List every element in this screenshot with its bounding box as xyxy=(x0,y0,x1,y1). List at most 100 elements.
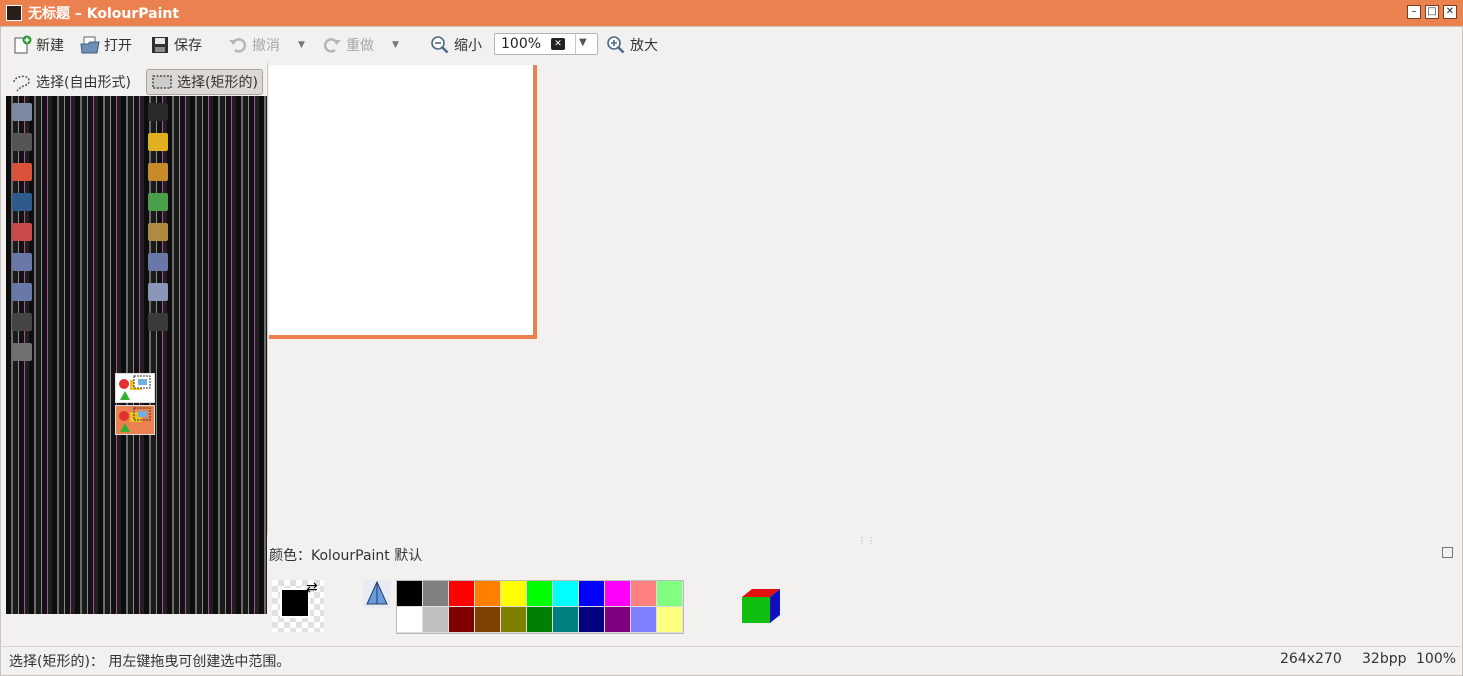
pen-icon xyxy=(148,133,168,151)
tool-rectangle[interactable] xyxy=(148,251,168,273)
color-swatch[interactable] xyxy=(579,607,605,633)
tool-rounded-rectangle[interactable] xyxy=(12,251,32,273)
rounded-rect-icon xyxy=(12,253,32,271)
swap-colors-icon[interactable]: ⇄ xyxy=(306,580,318,596)
app-icon xyxy=(6,5,22,21)
undo-button[interactable]: 撤消 ▼ xyxy=(228,34,305,56)
undo-dropdown-arrow-icon[interactable]: ▼ xyxy=(298,40,305,50)
color-swatch[interactable] xyxy=(605,607,631,633)
tool-eraser[interactable] xyxy=(12,161,32,183)
opaque-selection-mode-button[interactable] xyxy=(115,373,155,403)
maximize-button[interactable]: □ xyxy=(1425,5,1439,19)
rect-select-icon xyxy=(152,75,172,89)
redo-icon xyxy=(323,38,341,53)
color-swatch[interactable] xyxy=(501,581,527,607)
color-swatch[interactable] xyxy=(501,607,527,633)
save-button[interactable]: 保存 xyxy=(150,34,202,56)
zoom-in-label: 放大 xyxy=(630,38,658,54)
tool-text[interactable] xyxy=(148,101,168,123)
color-swatch[interactable] xyxy=(631,607,657,633)
zoom-combobox-separator xyxy=(575,34,576,54)
color-swatch[interactable] xyxy=(579,581,605,607)
tool-flood-fill[interactable] xyxy=(12,191,32,213)
undo-icon xyxy=(229,38,247,53)
color-swatch[interactable] xyxy=(527,581,553,607)
text-tool-icon xyxy=(148,103,168,121)
tool-zoom[interactable] xyxy=(12,341,32,363)
zoom-in-icon xyxy=(607,36,625,54)
chevron-down-icon[interactable]: ▼ xyxy=(579,37,587,48)
brush-icon xyxy=(148,163,168,181)
color-swatch[interactable] xyxy=(475,581,501,607)
splitter-handle[interactable]: ⋮⋮ xyxy=(858,536,876,545)
color-swatch[interactable] xyxy=(423,607,449,633)
color-swatch[interactable] xyxy=(449,607,475,633)
zoom-in-button[interactable]: 放大 xyxy=(606,34,658,56)
tool-color-picker[interactable] xyxy=(148,191,168,213)
select-rectangle-label: 选择(矩形的) xyxy=(177,75,258,91)
color-swatch[interactable] xyxy=(657,581,683,607)
tool-curve[interactable] xyxy=(148,311,168,333)
close-button[interactable]: ✕ xyxy=(1443,5,1457,19)
ellipse-select-icon xyxy=(12,103,32,121)
zoom-value[interactable]: 100% xyxy=(501,36,541,52)
tool-box xyxy=(6,96,267,614)
tool-line[interactable] xyxy=(12,131,32,153)
transparent-selection-mode-button[interactable] xyxy=(115,405,155,435)
tool-ellipse[interactable] xyxy=(148,281,168,303)
tool-polygon[interactable] xyxy=(12,281,32,303)
save-label: 保存 xyxy=(174,38,202,54)
color-swatch[interactable] xyxy=(449,581,475,607)
status-bar: 选择(矩形的)： 用左键拖曳可创建选中范围。 264x270 32bpp 100… xyxy=(0,646,1463,673)
zoom-out-button[interactable]: 缩小 xyxy=(430,34,482,56)
tool-polyline[interactable] xyxy=(12,311,32,333)
color-swatch[interactable] xyxy=(397,581,423,607)
minimize-button[interactable]: – xyxy=(1407,5,1421,19)
float-panel-icon[interactable] xyxy=(1442,547,1453,558)
color-similarity-icon[interactable] xyxy=(363,580,391,608)
redo-dropdown-arrow-icon[interactable]: ▼ xyxy=(392,40,399,50)
color-swatch[interactable] xyxy=(527,607,553,633)
tool-elliptical-select[interactable] xyxy=(12,101,32,123)
open-label: 打开 xyxy=(104,38,132,54)
lasso-select-icon xyxy=(13,75,30,92)
color-swatch[interactable] xyxy=(475,607,501,633)
color-swatch[interactable] xyxy=(657,607,683,633)
zoom-tool-icon xyxy=(12,343,32,361)
color-swatch[interactable] xyxy=(423,581,449,607)
tool-color-eraser[interactable] xyxy=(12,221,32,243)
color-cube-icon[interactable] xyxy=(740,585,782,627)
redo-button[interactable]: 重做 ▼ xyxy=(322,34,399,56)
select-rectangle-button[interactable]: 选择(矩形的) xyxy=(146,69,263,95)
color-swatch[interactable] xyxy=(397,607,423,633)
dual-color-box[interactable]: ⇄ xyxy=(272,580,324,632)
color-swatch[interactable] xyxy=(553,581,579,607)
color-depth: 32bpp xyxy=(1362,651,1407,667)
color-swatch[interactable] xyxy=(553,607,579,633)
zoom-out-icon xyxy=(431,36,449,54)
status-zoom: 100% xyxy=(1416,651,1457,667)
zoom-combobox[interactable]: 100% ✕ ▼ xyxy=(494,33,598,55)
title-bar: 无标题 – KolourPaint – □ ✕ xyxy=(0,0,1463,26)
tool-brush[interactable] xyxy=(148,161,168,183)
color-swatch[interactable] xyxy=(605,581,631,607)
transparent-selection-icon xyxy=(119,407,151,432)
polyline-icon xyxy=(12,313,32,331)
color-swatch[interactable] xyxy=(631,581,657,607)
tool-pen[interactable] xyxy=(148,131,168,153)
clear-text-icon[interactable]: ✕ xyxy=(551,38,565,50)
select-free-form-button[interactable]: 选择(自由形式) xyxy=(6,69,135,95)
palette-label: 颜色：KolourPaint 默认 xyxy=(269,548,423,564)
eraser-icon xyxy=(12,163,32,181)
open-button[interactable]: 打开 xyxy=(80,34,132,56)
window-title: 无标题 – KolourPaint xyxy=(28,6,180,22)
tool-spraycan[interactable] xyxy=(148,221,168,243)
ellipse-icon xyxy=(148,283,168,301)
image-dimensions: 264x270 xyxy=(1280,651,1342,667)
rectangle-icon xyxy=(148,253,168,271)
drawing-canvas[interactable] xyxy=(269,65,537,339)
polygon-icon xyxy=(12,283,32,301)
select-free-form-label: 选择(自由形式) xyxy=(36,75,131,91)
fill-icon xyxy=(12,193,32,211)
new-button[interactable]: 新建 xyxy=(12,34,64,56)
